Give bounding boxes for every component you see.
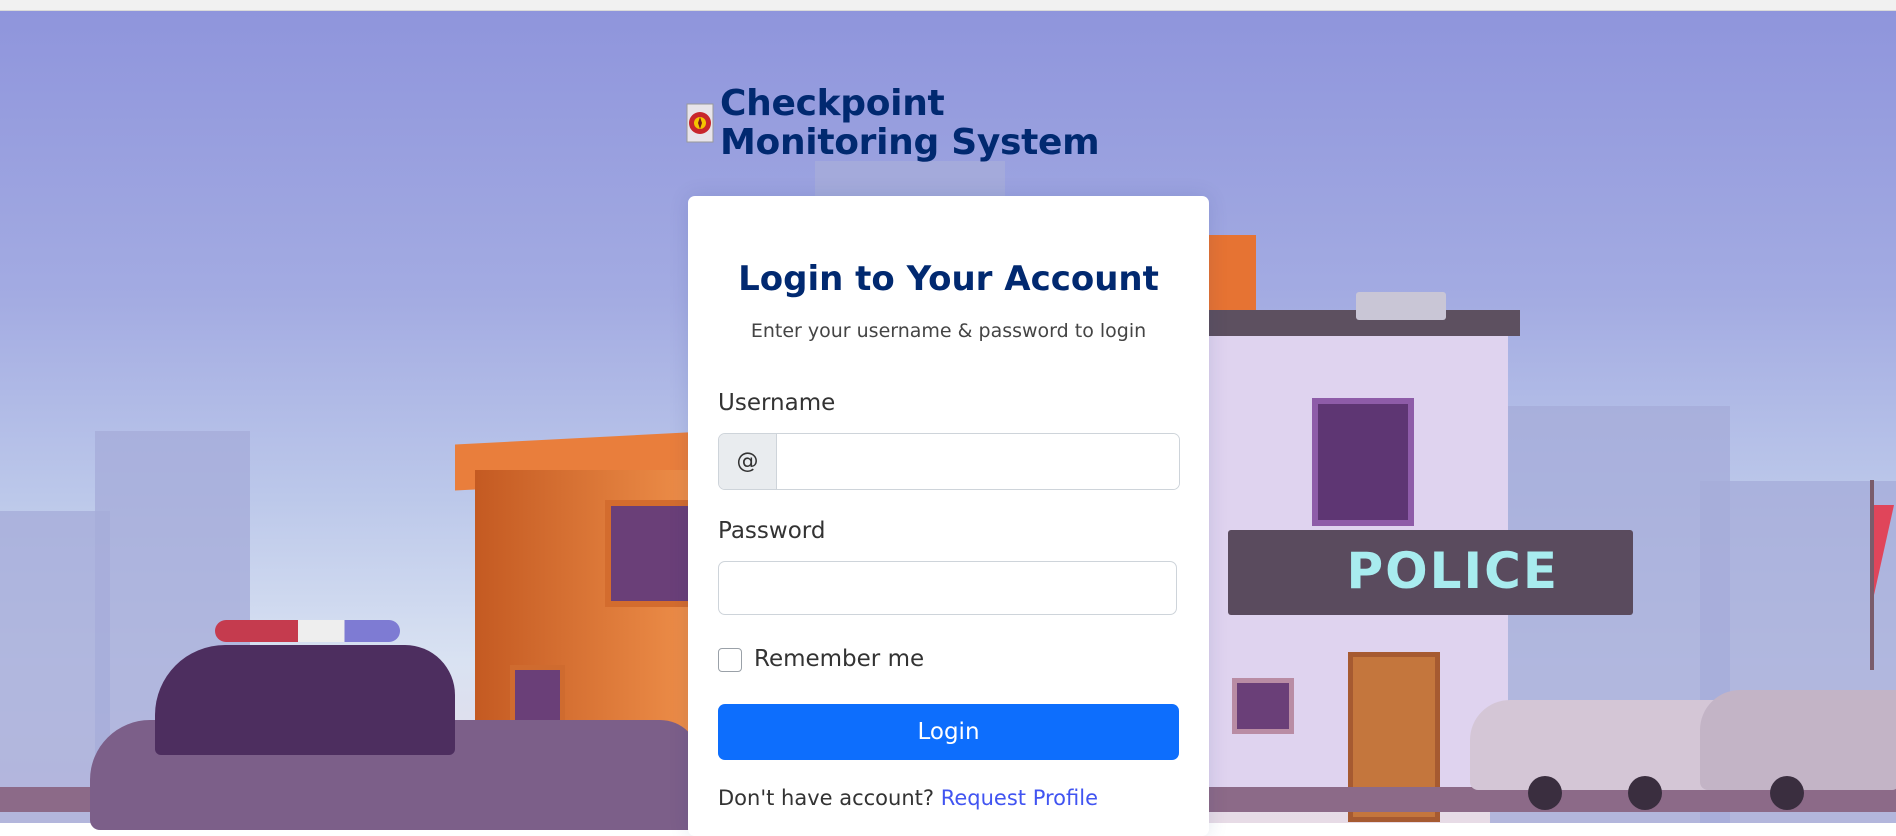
station-window-small	[1232, 678, 1294, 734]
at-prefix: @	[719, 434, 777, 489]
police-car-cabin	[155, 645, 455, 755]
wheel	[1628, 776, 1662, 810]
police-car-siren	[215, 620, 400, 642]
username-input[interactable]	[777, 434, 1179, 489]
username-label: Username	[718, 390, 836, 416]
wheel	[1528, 776, 1562, 810]
login-subtitle: Enter your username & password to login	[750, 320, 1147, 342]
signup-prompt-text: Don't have account?	[718, 786, 935, 810]
brand-title: Checkpoint Monitoring System	[720, 83, 1100, 163]
wheel	[1770, 776, 1804, 810]
remember-me-label[interactable]: Remember me	[754, 646, 924, 672]
password-input[interactable]	[718, 561, 1177, 615]
signup-prompt: Don't have account? Request Profile	[718, 786, 1098, 810]
login-button[interactable]: Login	[718, 704, 1179, 760]
police-sign-text: POLICE	[1346, 542, 1559, 600]
air-conditioner	[1356, 292, 1446, 320]
username-input-group: @	[718, 433, 1180, 490]
station-window	[1312, 398, 1414, 526]
browser-top-strip	[0, 0, 1896, 11]
flag	[1874, 505, 1894, 595]
request-profile-link[interactable]: Request Profile	[941, 786, 1098, 810]
login-title: Login to Your Account	[738, 259, 1159, 299]
brand[interactable]: Checkpoint Monitoring System	[686, 84, 1150, 162]
password-label: Password	[718, 518, 826, 544]
pnp-badge-icon	[686, 103, 714, 143]
remember-me-checkbox[interactable]	[718, 648, 742, 672]
police-car-far-right	[1700, 690, 1896, 790]
police-sign: POLICE	[1228, 530, 1633, 615]
